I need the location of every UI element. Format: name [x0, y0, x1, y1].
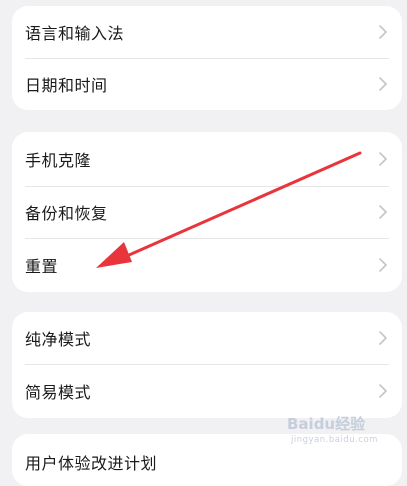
setting-item-label: 纯净模式 — [25, 330, 92, 349]
setting-item-label: 用户体验改进计划 — [25, 454, 158, 473]
setting-item-backup-restore[interactable]: 备份和恢复 — [12, 186, 402, 238]
settings-group-3: 纯净模式 简易模式 — [12, 312, 402, 418]
setting-item-label: 重置 — [25, 257, 59, 276]
setting-item-label: 简易模式 — [25, 383, 92, 402]
baidu-watermark: Baidu经验 jingyan.baidu.com — [287, 411, 399, 451]
chevron-right-icon — [378, 151, 388, 167]
chevron-right-icon — [378, 383, 388, 399]
setting-item-label: 备份和恢复 — [25, 204, 108, 223]
chevron-right-icon — [378, 204, 388, 220]
watermark-logo: Baidu经验 — [287, 413, 365, 434]
settings-group-1: 语言和输入法 日期和时间 — [12, 6, 402, 110]
setting-item-date-time[interactable]: 日期和时间 — [12, 58, 402, 110]
watermark-logo-text: Baidu经验 — [287, 415, 366, 433]
chevron-right-icon — [378, 24, 388, 40]
setting-item-pure-mode[interactable]: 纯净模式 — [12, 312, 402, 364]
setting-item-phone-clone[interactable]: 手机克隆 — [12, 132, 402, 186]
setting-item-label: 语言和输入法 — [25, 24, 125, 43]
setting-item-label: 手机克隆 — [25, 151, 92, 170]
setting-item-label: 日期和时间 — [25, 76, 108, 95]
settings-group-2: 手机克隆 备份和恢复 重置 — [12, 132, 402, 292]
setting-item-reset[interactable]: 重置 — [12, 238, 402, 292]
chevron-right-icon — [378, 76, 388, 92]
watermark-url: jingyan.baidu.com — [291, 435, 378, 445]
setting-item-simple-mode[interactable]: 简易模式 — [12, 364, 402, 418]
chevron-right-icon — [378, 330, 388, 346]
chevron-right-icon — [378, 257, 388, 273]
setting-item-language-input[interactable]: 语言和输入法 — [12, 6, 402, 58]
